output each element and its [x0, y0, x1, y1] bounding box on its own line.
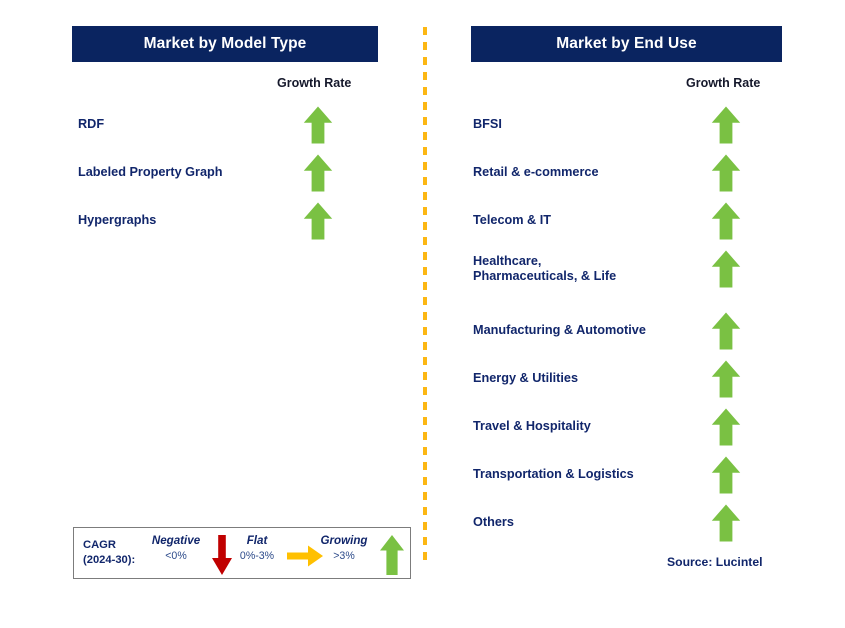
cagr-legend-label: CAGR (2024-30): — [83, 539, 136, 566]
down-arrow-icon — [211, 534, 233, 576]
up-arrow-icon — [711, 154, 741, 192]
market-segment-row: Travel & Hospitality — [473, 405, 763, 449]
right-growth-rate-header: Growth Rate — [686, 76, 761, 90]
up-arrow-icon — [711, 250, 741, 288]
up-arrow-icon — [711, 312, 741, 350]
left-growth-rate-header: Growth Rate — [277, 76, 352, 90]
segment-label: RDF — [78, 117, 105, 132]
up-arrow-icon — [711, 408, 741, 446]
up-arrow-icon — [303, 106, 333, 144]
segment-label: Labeled Property Graph — [78, 165, 223, 180]
legend-item-negative: Negative <0% — [143, 534, 209, 562]
right-arrow-icon — [286, 544, 324, 568]
market-segment-row: Others — [473, 501, 763, 545]
up-arrow-icon — [711, 202, 741, 240]
market-segment-row: BFSI — [473, 103, 763, 147]
source-note: Source: Lucintel — [667, 555, 763, 569]
legend-negative-title: Negative — [151, 534, 201, 547]
cagr-legend: CAGR (2024-30): Negative <0% Flat 0%-3% … — [73, 527, 411, 579]
market-segment-row: RDF — [78, 103, 338, 147]
vertical-dashed-divider — [423, 27, 427, 561]
up-arrow-icon — [711, 456, 741, 494]
market-segment-row: Hypergraphs — [78, 199, 338, 243]
market-segment-row: Transportation & Logistics — [473, 453, 763, 497]
left-panel-header: Market by Model Type — [72, 26, 378, 62]
up-arrow-icon — [303, 154, 333, 192]
right-panel-header: Market by End Use — [471, 26, 782, 62]
market-segment-row: Healthcare, Pharmaceuticals, & Life — [473, 247, 763, 291]
up-arrow-icon — [711, 504, 741, 542]
segment-label: Hypergraphs — [78, 213, 157, 228]
market-by-end-use-panel: Market by End Use Growth Rate BFSI Retail… — [440, 0, 845, 628]
market-segment-row: Manufacturing & Automotive — [473, 309, 763, 353]
left-panel-title: Market by Model Type — [143, 35, 307, 52]
up-arrow-icon — [303, 202, 333, 240]
market-segment-row: Labeled Property Graph — [78, 151, 338, 195]
legend-negative-range: <0% — [165, 550, 187, 562]
legend-flat-title: Flat — [246, 534, 268, 547]
market-segment-row: Energy & Utilities — [473, 357, 763, 401]
up-arrow-icon — [711, 360, 741, 398]
right-panel-title: Market by End Use — [556, 35, 697, 52]
up-arrow-icon — [711, 106, 741, 144]
up-arrow-icon — [379, 534, 405, 576]
market-segment-row: Telecom & IT — [473, 199, 763, 243]
legend-item-flat: Flat 0%-3% — [224, 534, 290, 562]
legend-flat-range: 0%-3% — [239, 550, 275, 562]
market-segment-row: Retail & e-commerce — [473, 151, 763, 195]
